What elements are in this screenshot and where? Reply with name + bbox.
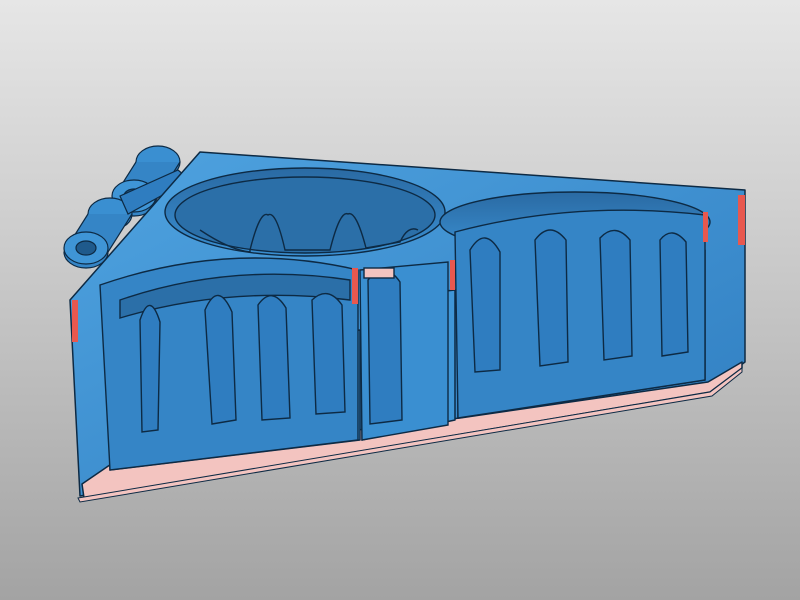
3d-viewport[interactable] — [0, 0, 800, 600]
cup-right — [439, 191, 711, 419]
cup-front-left — [99, 257, 359, 471]
middle-divider — [359, 261, 449, 441]
cup-back-left — [164, 167, 446, 257]
cutaway-model — [63, 145, 746, 503]
